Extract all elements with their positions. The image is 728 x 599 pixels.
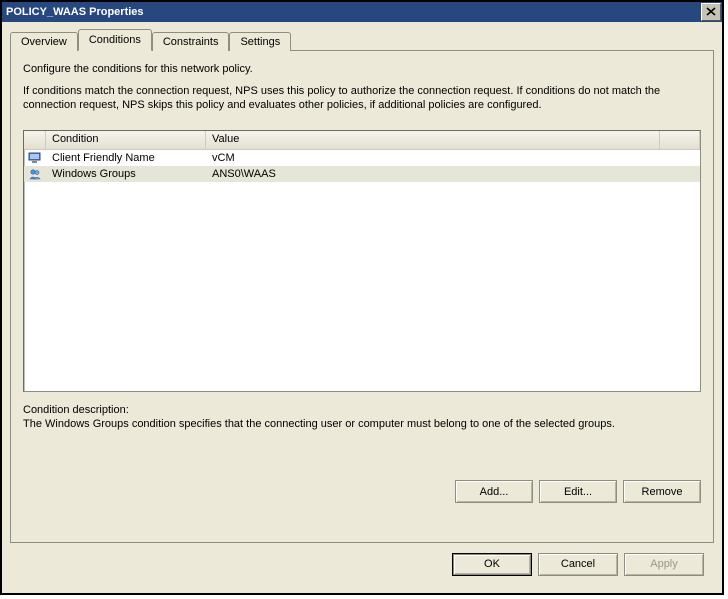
description-label: Condition description: xyxy=(23,404,701,416)
listview-body: Client Friendly Name vCM Wind xyxy=(24,150,700,391)
condition-value: vCM xyxy=(206,151,700,165)
close-icon xyxy=(706,5,716,19)
listview-header: Condition Value xyxy=(24,131,700,150)
remove-button[interactable]: Remove xyxy=(623,480,701,503)
dialog-footer: OK Cancel Apply xyxy=(10,543,714,585)
client-area: Overview Conditions Constraints Settings… xyxy=(2,22,722,593)
tab-strip: Overview Conditions Constraints Settings xyxy=(10,28,714,50)
list-item[interactable]: Windows Groups ANS0\WAAS xyxy=(24,166,700,182)
tab-settings[interactable]: Settings xyxy=(229,32,291,51)
cancel-button[interactable]: Cancel xyxy=(538,553,618,576)
list-item[interactable]: Client Friendly Name vCM xyxy=(24,150,700,166)
condition-name: Client Friendly Name xyxy=(46,151,206,165)
header-icon-column[interactable] xyxy=(24,131,46,149)
condition-value: ANS0\WAAS xyxy=(206,167,700,181)
condition-buttons: Add... Edit... Remove xyxy=(23,480,701,503)
header-value[interactable]: Value xyxy=(206,131,660,149)
ok-button[interactable]: OK xyxy=(452,553,532,576)
window-title: POLICY_WAAS Properties xyxy=(6,6,144,18)
intro-line-1: Configure the conditions for this networ… xyxy=(23,63,701,77)
condition-name: Windows Groups xyxy=(46,167,206,181)
intro-line-2: If conditions match the connection reque… xyxy=(23,85,701,113)
tab-constraints[interactable]: Constraints xyxy=(152,32,230,51)
header-spacer xyxy=(660,131,700,149)
tab-overview[interactable]: Overview xyxy=(10,32,78,51)
tab-panel-conditions: Configure the conditions for this networ… xyxy=(10,50,714,543)
apply-button[interactable]: Apply xyxy=(624,553,704,576)
monitor-icon xyxy=(24,152,46,164)
intro-text: Configure the conditions for this networ… xyxy=(23,63,701,120)
properties-dialog: POLICY_WAAS Properties Overview Conditio… xyxy=(0,0,724,595)
edit-button[interactable]: Edit... xyxy=(539,480,617,503)
tab-conditions[interactable]: Conditions xyxy=(78,29,152,51)
condition-description: Condition description: The Windows Group… xyxy=(23,404,701,430)
conditions-listview[interactable]: Condition Value Client Friendl xyxy=(23,130,701,392)
title-bar[interactable]: POLICY_WAAS Properties xyxy=(2,2,722,22)
close-button[interactable] xyxy=(701,3,721,21)
header-condition[interactable]: Condition xyxy=(46,131,206,149)
add-button[interactable]: Add... xyxy=(455,480,533,503)
description-text: The Windows Groups condition specifies t… xyxy=(23,418,701,430)
group-icon xyxy=(24,168,46,180)
